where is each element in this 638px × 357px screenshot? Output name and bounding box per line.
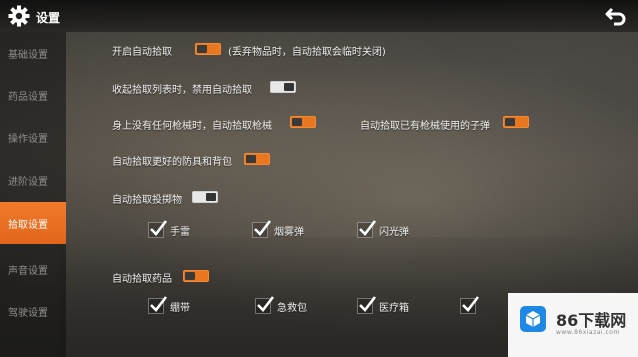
disable-when-collapsed-label: 收起拾取列表时，禁用自动拾取 <box>112 85 252 96</box>
checkmark-icon <box>254 220 272 236</box>
checkbox-label: 医疗箱 <box>379 302 409 314</box>
auto-pickup-ammo-toggle[interactable] <box>503 116 529 128</box>
toggle-knob <box>505 118 515 126</box>
cube-logo-icon <box>520 306 546 332</box>
checkbox-box <box>460 296 480 314</box>
auto-pickup-throwables-label: 自动拾取投掷物 <box>112 195 182 206</box>
sidebar-item-label: 药品设置 <box>8 91 48 103</box>
toggle-knob <box>206 193 216 201</box>
checkmark-icon <box>150 296 168 312</box>
checkbox-flashbang[interactable]: 闪光弹 <box>357 220 409 238</box>
auto-pickup-toggle[interactable] <box>195 43 221 55</box>
auto-pickup-medicine-toggle[interactable] <box>183 270 209 282</box>
checkbox-box <box>148 296 168 314</box>
watermark-text: 86下载网 <box>556 311 627 330</box>
checkbox-box <box>148 220 168 238</box>
page-title: 设置 <box>36 11 61 25</box>
checkbox-box <box>252 220 272 238</box>
disable-when-collapsed-toggle[interactable] <box>270 81 296 93</box>
toggle-knob <box>185 272 195 280</box>
sidebar-item-medicine[interactable]: 药品设置 <box>0 74 66 116</box>
checkmark-icon <box>462 296 480 312</box>
sidebar-item-label: 驾驶设置 <box>8 307 48 319</box>
back-arrow-icon[interactable] <box>604 5 628 27</box>
top-bar: 设置 <box>0 0 638 32</box>
auto-pickup-gun-label: 身上没有任何枪械时，自动拾取枪械 <box>112 121 272 132</box>
sidebar-item-driving[interactable]: 驾驶设置 <box>0 290 66 332</box>
toggle-knob <box>197 45 207 53</box>
sidebar-item-pickup[interactable]: 拾取设置 <box>0 202 66 244</box>
sidebar-item-label: 声音设置 <box>8 265 48 277</box>
toggle-knob <box>292 118 302 126</box>
checkbox-grenade[interactable]: 手雷 <box>148 220 190 238</box>
gear-icon <box>8 5 30 27</box>
toggle-knob <box>246 155 256 163</box>
checkbox-bandage[interactable]: 绷带 <box>148 296 190 314</box>
auto-pickup-ammo-label: 自动拾取已有枪械使用的子弹 <box>360 121 490 132</box>
sidebar-item-controls[interactable]: 操作设置 <box>0 116 66 158</box>
checkmark-icon <box>257 296 275 312</box>
sidebar: 基础设置 药品设置 操作设置 进阶设置 拾取设置 声音设置 驾驶设置 <box>0 32 66 357</box>
sidebar-item-label: 基础设置 <box>8 49 48 61</box>
sidebar-item-label: 进阶设置 <box>8 176 48 188</box>
auto-pickup-armor-label: 自动拾取更好的防具和背包 <box>112 157 232 168</box>
checkbox-medicine-4[interactable] <box>460 296 482 314</box>
sidebar-item-label: 操作设置 <box>8 133 48 145</box>
auto-pickup-medicine-label: 自动拾取药品 <box>112 274 172 285</box>
checkbox-medkit[interactable]: 医疗箱 <box>357 296 409 314</box>
checkbox-label: 闪光弹 <box>379 226 409 238</box>
checkmark-icon <box>359 296 377 312</box>
checkbox-box <box>357 220 377 238</box>
checkmark-icon <box>150 220 168 236</box>
checkbox-label: 手雷 <box>170 226 190 238</box>
sidebar-item-basic[interactable]: 基础设置 <box>0 32 66 74</box>
checkbox-smoke-grenade[interactable]: 烟雾弹 <box>252 220 304 238</box>
checkbox-first-aid-kit[interactable]: 急救包 <box>255 296 307 314</box>
sidebar-item-label: 拾取设置 <box>8 219 48 231</box>
watermark-url: www.86xiazai.com <box>556 329 620 336</box>
checkbox-box <box>357 296 377 314</box>
checkmark-icon <box>359 220 377 236</box>
checkbox-label: 烟雾弹 <box>274 226 304 238</box>
sidebar-item-sound[interactable]: 声音设置 <box>0 248 66 290</box>
checkbox-box <box>255 296 275 314</box>
auto-pickup-throwables-toggle[interactable] <box>192 191 218 203</box>
sidebar-item-advanced[interactable]: 进阶设置 <box>0 159 66 201</box>
auto-pickup-armor-toggle[interactable] <box>244 153 270 165</box>
checkbox-label: 绷带 <box>170 302 190 314</box>
toggle-knob <box>284 83 294 91</box>
auto-pickup-gun-toggle[interactable] <box>290 116 316 128</box>
auto-pickup-label: 开启自动拾取 <box>112 47 172 58</box>
checkbox-label: 急救包 <box>277 302 307 314</box>
auto-pickup-note: (丢弃物品时，自动拾取会临时关闭) <box>228 47 386 58</box>
watermark: 86下载网 www.86xiazai.com <box>508 293 638 357</box>
